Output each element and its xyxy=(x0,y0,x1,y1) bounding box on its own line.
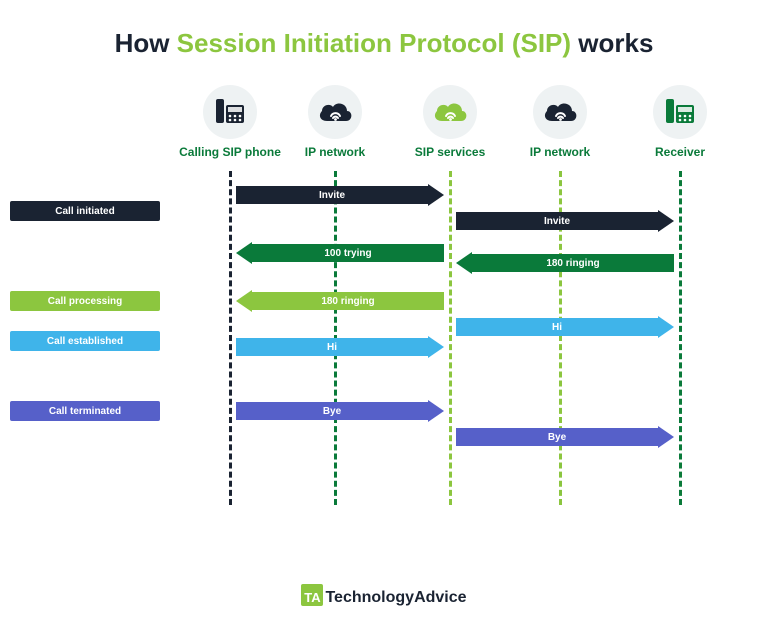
node-label-sip-services: SIP services xyxy=(415,145,486,159)
arrow-head-icon xyxy=(456,252,472,274)
arrow-4: 180 ringing xyxy=(236,291,444,311)
arrow-label: Invite xyxy=(236,186,428,204)
lifeline-receiver xyxy=(679,171,682,505)
arrow-head-icon xyxy=(658,426,674,448)
node-label-receiver: Receiver xyxy=(655,145,705,159)
arrow-head-icon xyxy=(428,184,444,206)
arrow-1: Invite xyxy=(456,211,674,231)
lifeline-calling-phone xyxy=(229,171,232,505)
footer-brand: TATechnologyAdvice xyxy=(0,584,768,607)
arrow-label: 100 trying xyxy=(252,244,444,262)
cloud-icon xyxy=(315,97,355,127)
phase-call-processing: Call processing xyxy=(10,291,160,311)
node-calling-phone xyxy=(203,85,257,139)
cloud-icon xyxy=(430,97,470,127)
node-label-ip-network-1: IP network xyxy=(305,145,365,159)
arrow-label: Bye xyxy=(456,428,658,446)
arrow-label: Invite xyxy=(456,212,658,230)
arrow-3: 180 ringing xyxy=(456,253,674,273)
arrow-0: Invite xyxy=(236,185,444,205)
brand-name: TechnologyAdvice xyxy=(325,589,466,606)
phone-icon xyxy=(663,97,697,127)
lifeline-sip-services xyxy=(449,171,452,505)
arrow-label: Bye xyxy=(236,402,428,420)
arrow-head-icon xyxy=(236,290,252,312)
arrow-head-icon xyxy=(428,400,444,422)
arrow-5: Hi xyxy=(456,317,674,337)
node-sip-services xyxy=(423,85,477,139)
phase-call-initiated: Call initiated xyxy=(10,201,160,221)
phase-call-terminated: Call terminated xyxy=(10,401,160,421)
diagram-stage: Calling SIP phone IP network SIP service… xyxy=(40,85,728,505)
arrow-head-icon xyxy=(658,316,674,338)
node-receiver xyxy=(653,85,707,139)
cloud-icon xyxy=(540,97,580,127)
node-ip-network-1 xyxy=(308,85,362,139)
title-suffix: works xyxy=(571,28,653,58)
arrow-head-icon xyxy=(658,210,674,232)
arrow-7: Bye xyxy=(236,401,444,421)
arrow-head-icon xyxy=(236,242,252,264)
arrow-8: Bye xyxy=(456,427,674,447)
arrow-label: Hi xyxy=(236,338,428,356)
arrow-label: 180 ringing xyxy=(252,292,444,310)
page-title: How Session Initiation Protocol (SIP) wo… xyxy=(0,28,768,59)
node-label-ip-network-2: IP network xyxy=(530,145,590,159)
phase-call-established: Call established xyxy=(10,331,160,351)
arrow-label: 180 ringing xyxy=(472,254,674,272)
title-accent: Session Initiation Protocol (SIP) xyxy=(177,28,571,58)
arrow-2: 100 trying xyxy=(236,243,444,263)
node-label-calling-phone: Calling SIP phone xyxy=(179,145,281,159)
title-prefix: How xyxy=(115,28,177,58)
node-ip-network-2 xyxy=(533,85,587,139)
phone-icon xyxy=(213,97,247,127)
arrow-label: Hi xyxy=(456,318,658,336)
brand-badge-icon: TA xyxy=(301,584,323,606)
arrow-6: Hi xyxy=(236,337,444,357)
arrow-head-icon xyxy=(428,336,444,358)
